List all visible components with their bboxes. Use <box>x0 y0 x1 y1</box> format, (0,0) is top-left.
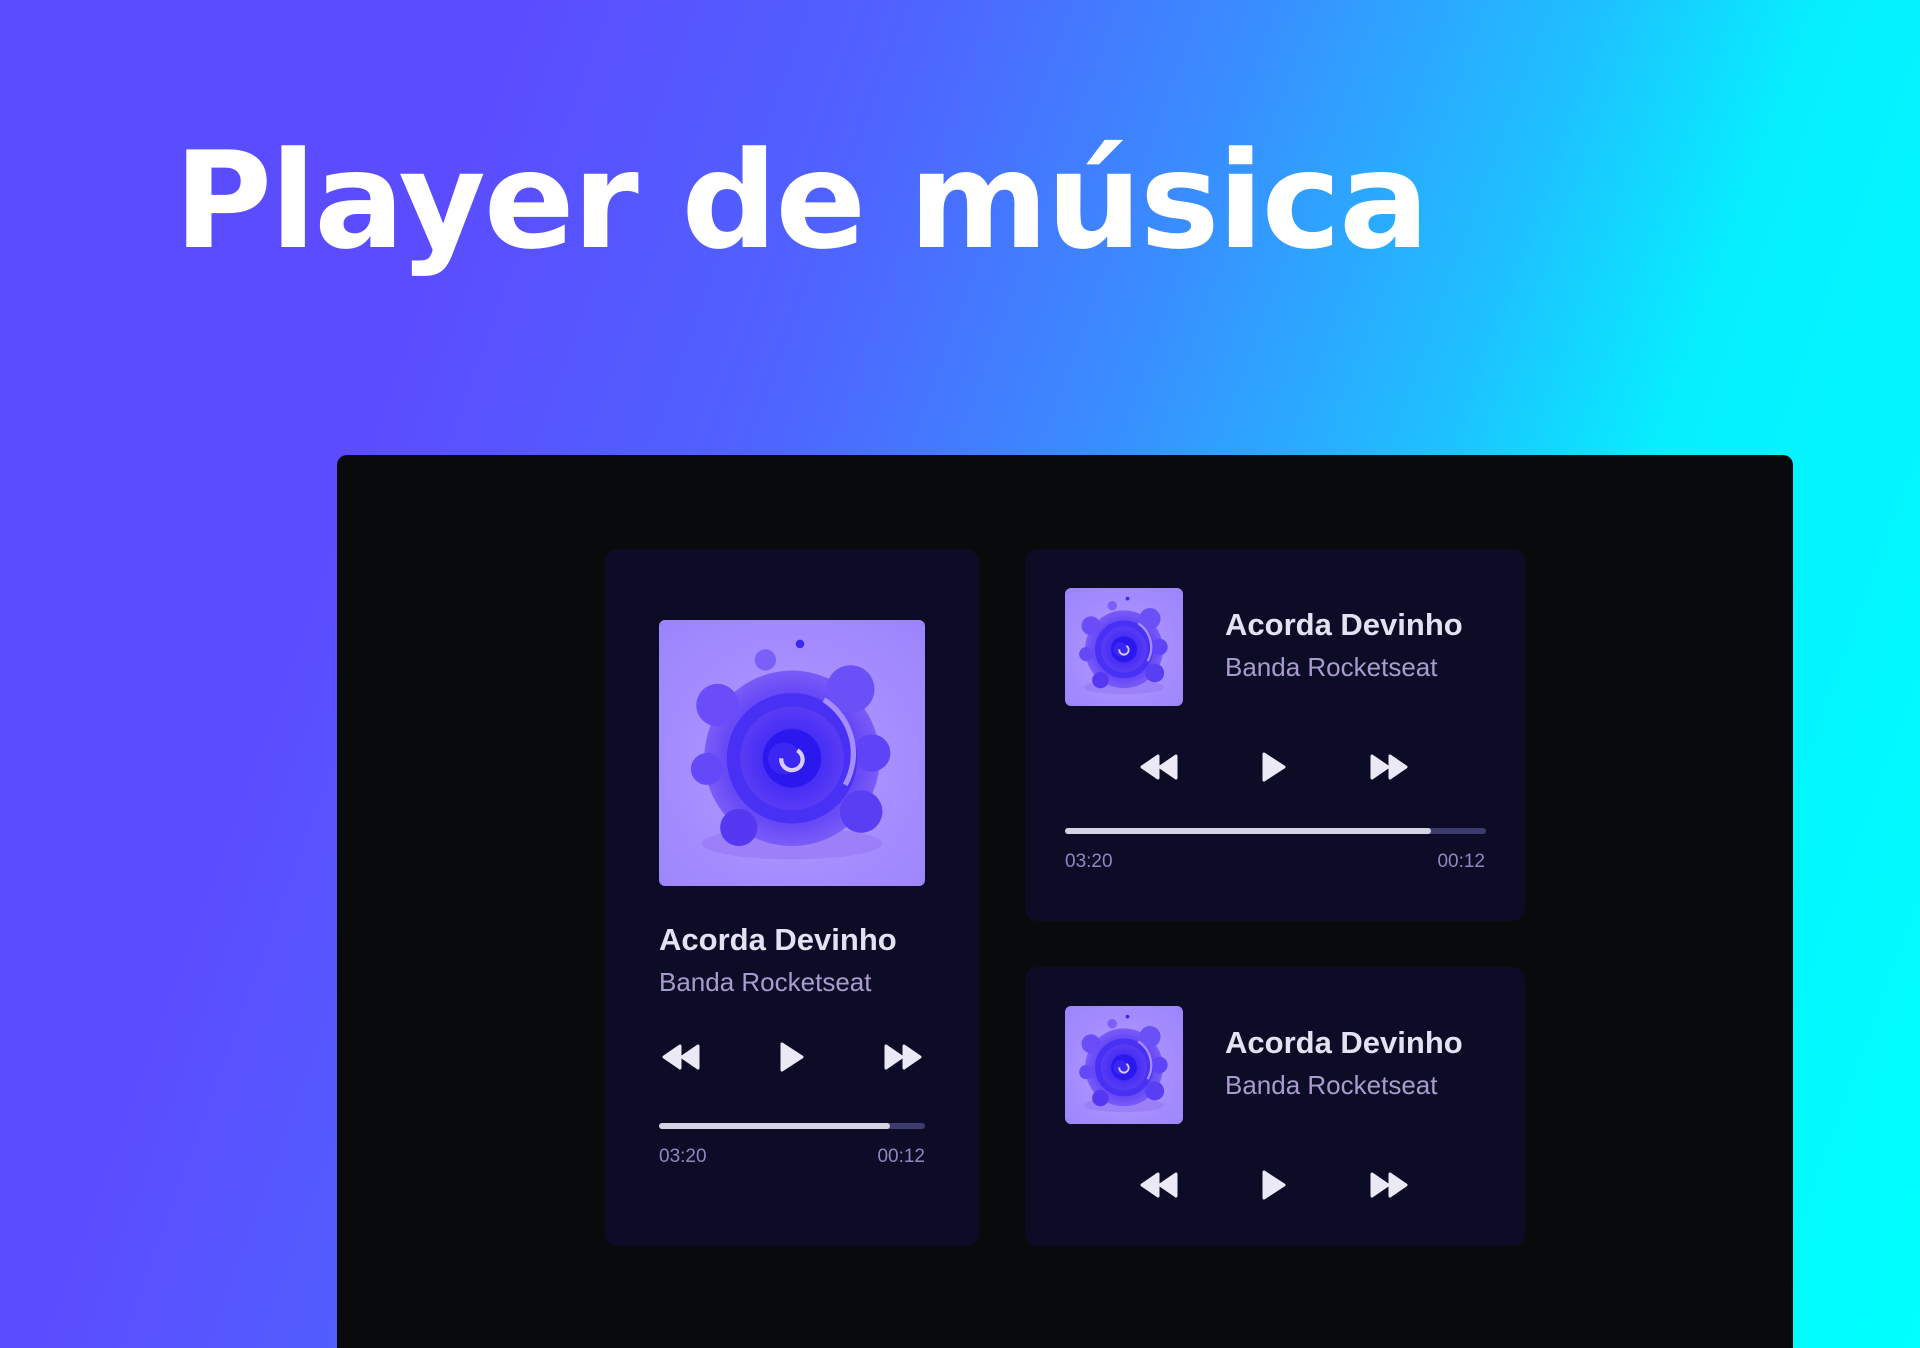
elapsed-time: 00:12 <box>1437 851 1485 872</box>
rewind-icon <box>662 1044 700 1070</box>
playback-controls <box>1137 1165 1411 1205</box>
fast-forward-icon <box>1370 754 1408 780</box>
rewind-button[interactable] <box>1137 1167 1181 1203</box>
artist-name: Banda Rocketseat <box>1225 1070 1438 1100</box>
rewind-icon <box>1140 1172 1178 1198</box>
album-cover <box>1065 1006 1183 1124</box>
progress-fill <box>659 1123 891 1129</box>
abstract-purple-swirl-art <box>1079 596 1168 695</box>
album-cover <box>659 620 925 886</box>
fast-forward-button[interactable] <box>1367 749 1411 785</box>
song-title: Acorda Devinho <box>1225 607 1463 642</box>
song-title: Acorda Devinho <box>1225 1025 1463 1060</box>
play-icon <box>1262 1170 1286 1200</box>
progress-bar[interactable] <box>1065 828 1486 834</box>
progress-fill <box>1065 828 1432 834</box>
fast-forward-icon <box>1370 1172 1408 1198</box>
play-icon <box>780 1042 804 1072</box>
player-card-small: Acorda Devinho Banda Rocketseat <box>1025 967 1525 1246</box>
abstract-purple-swirl-art <box>690 639 891 860</box>
album-cover <box>1065 588 1183 706</box>
app-window: Acorda Devinho Banda Rocketseat 03:20 00… <box>337 455 1793 1348</box>
player-card-large: Acorda Devinho Banda Rocketseat 03:20 00… <box>605 549 979 1246</box>
page-title: Player de música <box>174 123 1429 279</box>
play-button[interactable] <box>1252 1167 1296 1203</box>
playback-controls <box>659 1037 925 1077</box>
player-card-medium: Acorda Devinho Banda Rocketseat 03:20 00… <box>1025 549 1525 921</box>
fast-forward-button[interactable] <box>881 1039 925 1075</box>
elapsed-time: 00:12 <box>877 1146 925 1167</box>
total-time: 03:20 <box>1065 851 1113 872</box>
play-icon <box>1262 752 1286 782</box>
playback-controls <box>1137 747 1411 787</box>
rewind-icon <box>1140 754 1178 780</box>
artist-name: Banda Rocketseat <box>659 967 872 997</box>
abstract-purple-swirl-art <box>1079 1014 1168 1113</box>
progress-bar[interactable] <box>659 1123 925 1129</box>
artist-name: Banda Rocketseat <box>1225 652 1438 682</box>
total-time: 03:20 <box>659 1146 707 1167</box>
rewind-button[interactable] <box>1137 749 1181 785</box>
play-button[interactable] <box>1252 749 1296 785</box>
song-title: Acorda Devinho <box>659 922 897 957</box>
fast-forward-button[interactable] <box>1367 1167 1411 1203</box>
rewind-button[interactable] <box>659 1039 703 1075</box>
play-button[interactable] <box>770 1039 814 1075</box>
fast-forward-icon <box>884 1044 922 1070</box>
